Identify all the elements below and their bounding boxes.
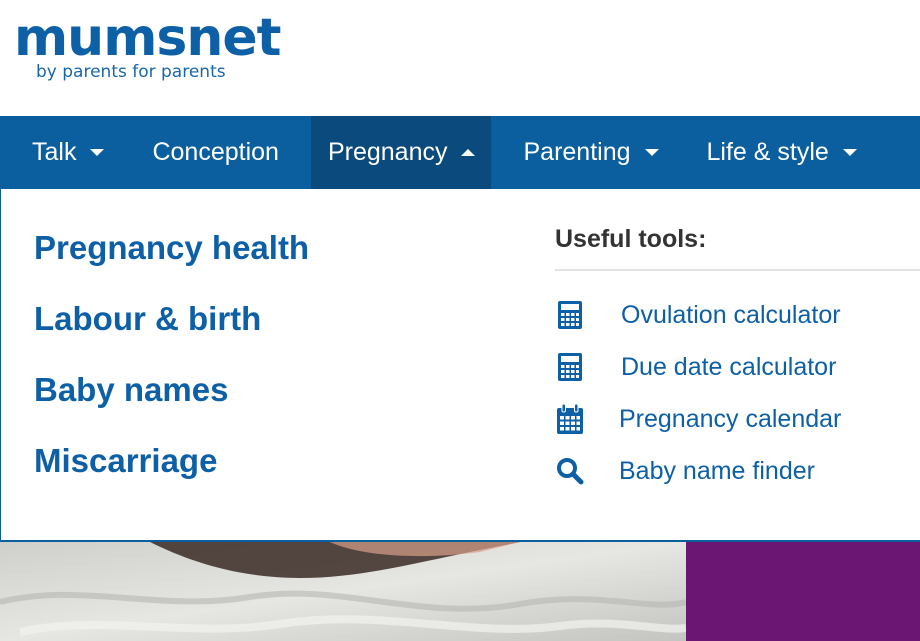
caret-down-icon	[842, 149, 857, 156]
tool-label: Ovulation calculator	[621, 301, 841, 329]
nav-item-parenting[interactable]: Parenting	[491, 116, 688, 189]
useful-tools-heading: Useful tools:	[555, 225, 707, 253]
nav-item-life-style[interactable]: Life & style	[689, 116, 857, 189]
site-header: mumsnet by parents for parents	[0, 0, 920, 116]
nav-item-label: Talk	[32, 138, 77, 166]
nav-item-label: Life & style	[706, 138, 829, 166]
nav-item-label: Conception	[152, 138, 279, 166]
nav-item-pregnancy[interactable]: Pregnancy	[310, 116, 492, 189]
list-item: Miscarriage	[34, 440, 309, 511]
caret-down-icon	[644, 149, 659, 156]
tool-due-date-calculator[interactable]: Due date calculator	[555, 351, 836, 383]
caret-up-icon	[461, 149, 476, 156]
caret-down-icon	[90, 149, 105, 156]
calculator-icon	[555, 299, 587, 331]
nav-item-label: Pregnancy	[327, 138, 448, 166]
hero-photo-sleeping-baby	[0, 542, 687, 641]
main-nav: Talk Conception Pregnancy Parenting Life…	[0, 116, 920, 189]
list-item: Pregnancy health	[34, 227, 309, 298]
hero-purple-panel	[686, 542, 920, 641]
mumsnet-logo[interactable]: mumsnet by parents for parents	[14, 8, 281, 82]
divider	[555, 269, 920, 271]
tool-label: Due date calculator	[621, 353, 837, 381]
search-icon	[555, 455, 587, 487]
nav-item-label: Parenting	[523, 138, 631, 166]
link-baby-names[interactable]: Baby names	[34, 369, 228, 411]
link-pregnancy-health[interactable]: Pregnancy health	[34, 227, 309, 269]
list-item: Labour & birth	[34, 298, 309, 369]
tool-label: Baby name finder	[619, 457, 815, 485]
tool-pregnancy-calendar[interactable]: Pregnancy calendar	[555, 403, 841, 435]
calendar-icon	[555, 403, 587, 435]
pregnancy-dropdown-panel: Pregnancy health Labour & birth Baby nam…	[0, 189, 920, 542]
list-item: Baby names	[34, 369, 309, 440]
nav-item-talk[interactable]: Talk	[0, 116, 134, 189]
link-labour-birth[interactable]: Labour & birth	[34, 298, 261, 340]
logo-wordmark: mumsnet	[14, 8, 281, 68]
link-miscarriage[interactable]: Miscarriage	[34, 440, 217, 482]
useful-tools: Useful tools: Ovulation calculator Due d…	[555, 223, 920, 485]
tool-ovulation-calculator[interactable]: Ovulation calculator	[555, 299, 841, 331]
tool-baby-name-finder[interactable]: Baby name finder	[555, 455, 815, 487]
pregnancy-links-list: Pregnancy health Labour & birth Baby nam…	[34, 227, 309, 511]
calculator-icon	[555, 351, 587, 383]
nav-item-conception[interactable]: Conception	[134, 116, 310, 189]
tool-label: Pregnancy calendar	[619, 405, 842, 433]
hero-banner	[0, 542, 920, 641]
